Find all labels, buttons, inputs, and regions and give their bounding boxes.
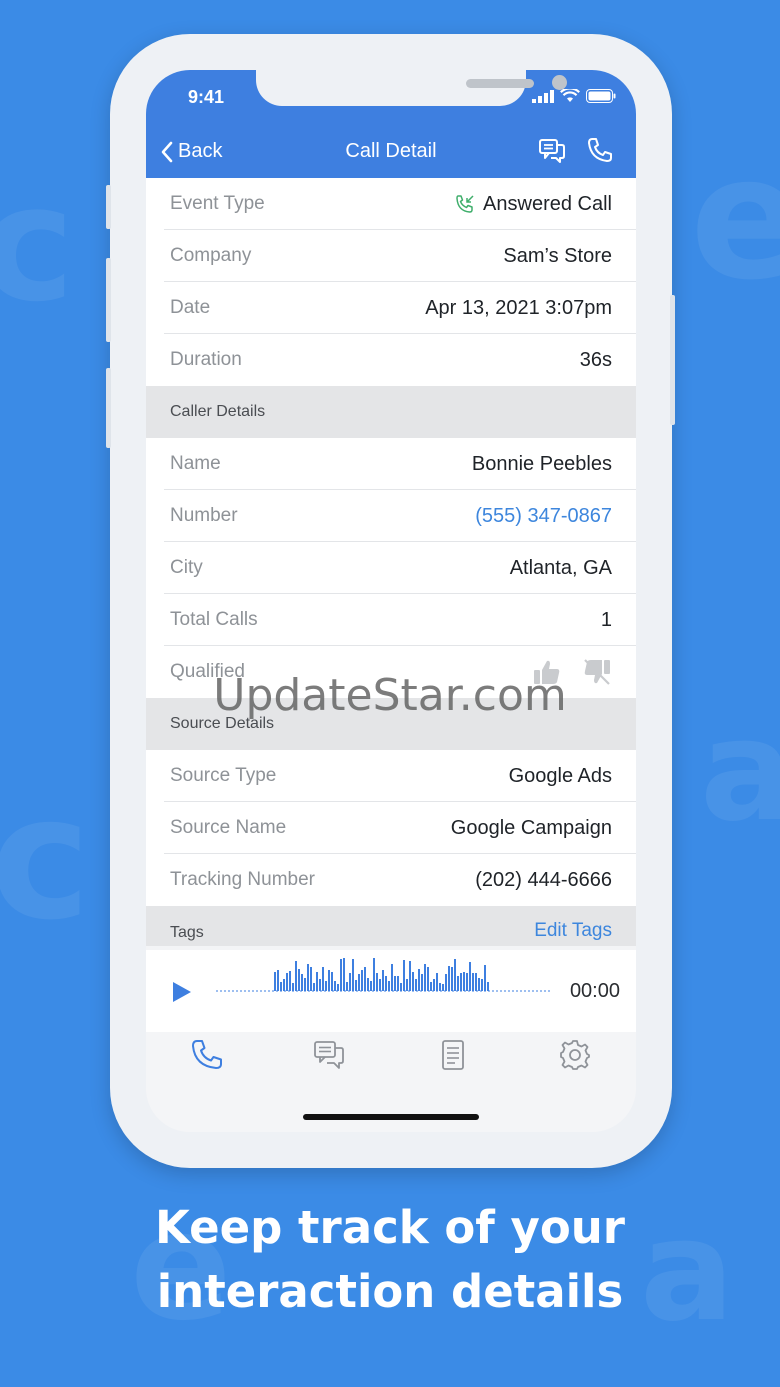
row-value: Answered Call xyxy=(455,193,612,216)
name-row: Name Bonnie Peebles xyxy=(146,438,636,490)
audio-waveform[interactable] xyxy=(216,956,552,1026)
speaker-grille xyxy=(466,79,534,88)
play-icon[interactable] xyxy=(172,981,192,1003)
number-row: Number (555) 347-0867 xyxy=(146,490,636,542)
source-type-row: Source Type Google Ads xyxy=(146,750,636,802)
company-value: Sam’s Store xyxy=(503,244,612,267)
forms-tab-icon[interactable] xyxy=(436,1038,470,1072)
chat-icon[interactable] xyxy=(538,136,566,164)
total-calls-row: Total Calls 1 xyxy=(146,594,636,646)
caption-line-1: Keep track of your xyxy=(155,1201,625,1254)
row-label: Duration xyxy=(170,349,242,370)
status-time: 9:41 xyxy=(188,87,225,107)
marketing-caption: Keep track of your interaction details xyxy=(0,1196,780,1324)
audio-player: 00:00 xyxy=(146,950,636,1033)
phone-side-button xyxy=(106,368,111,448)
phone-side-button xyxy=(106,258,111,342)
tags-label: Tags xyxy=(170,924,204,941)
duration-row: Duration 36s xyxy=(146,334,636,386)
row-label: Total Calls xyxy=(170,609,258,630)
caller-details-header: Caller Details xyxy=(146,386,636,438)
status-icons xyxy=(532,89,616,103)
playback-time: 00:00 xyxy=(569,980,620,1002)
tracking-number-row: Tracking Number (202) 444-6666 xyxy=(146,854,636,906)
event-type-value: Answered Call xyxy=(483,192,612,215)
city-row: City Atlanta, GA xyxy=(146,542,636,594)
background-letter: e xyxy=(690,120,780,318)
notch xyxy=(256,70,567,106)
row-label: Event Type xyxy=(170,193,265,214)
row-label: City xyxy=(170,557,203,578)
source-name-value: Google Campaign xyxy=(450,816,612,839)
phone-side-button xyxy=(670,295,675,425)
watermark: UpdateStar.com xyxy=(213,670,567,721)
city-value: Atlanta, GA xyxy=(509,556,612,579)
company-row: Company Sam’s Store xyxy=(146,230,636,282)
phone-icon[interactable] xyxy=(586,136,614,164)
edit-tags-button[interactable]: Edit Tags xyxy=(534,920,612,942)
row-label: Company xyxy=(170,245,252,266)
row-label: Source Name xyxy=(170,817,287,838)
event-type-row: Event Type Answered Call xyxy=(146,178,636,230)
wifi-icon xyxy=(560,89,580,102)
name-value: Bonnie Peebles xyxy=(471,452,612,475)
calls-tab-icon[interactable] xyxy=(190,1038,224,1072)
tags-header: Tags Edit Tags xyxy=(146,906,636,946)
row-label: Number xyxy=(170,505,238,526)
row-label: Tracking Number xyxy=(170,869,316,890)
total-calls-value: 1 xyxy=(600,608,612,631)
header-actions xyxy=(538,136,614,164)
row-label: Name xyxy=(170,453,221,474)
row-label: Date xyxy=(170,297,211,318)
phone-number-link[interactable]: (555) 347-0867 xyxy=(475,505,612,528)
detail-list: Event Type Answered Call Company Sam’s S… xyxy=(146,178,636,946)
caption-line-2: interaction details xyxy=(156,1265,624,1318)
phone-screen: 9:41 Back Call Detail Event Type Answere… xyxy=(146,70,636,1132)
messages-tab-icon[interactable] xyxy=(312,1038,346,1072)
duration-value: 36s xyxy=(579,348,612,371)
signal-icon xyxy=(532,89,554,103)
source-name-row: Source Name Google Campaign xyxy=(146,802,636,854)
tracking-number-value: (202) 444-6666 xyxy=(475,868,612,891)
date-value: Apr 13, 2021 3:07pm xyxy=(425,296,612,319)
settings-tab-icon[interactable] xyxy=(558,1038,592,1072)
source-type-value: Google Ads xyxy=(508,764,612,787)
background-letter: c xyxy=(0,760,91,958)
background-letter: c xyxy=(0,150,75,337)
home-indicator xyxy=(303,1114,479,1120)
battery-icon xyxy=(586,89,616,103)
front-camera xyxy=(552,75,567,90)
phone-side-button xyxy=(106,185,111,229)
date-row: Date Apr 13, 2021 3:07pm xyxy=(146,282,636,334)
answered-call-icon xyxy=(456,195,474,213)
row-label: Source Type xyxy=(170,765,277,786)
